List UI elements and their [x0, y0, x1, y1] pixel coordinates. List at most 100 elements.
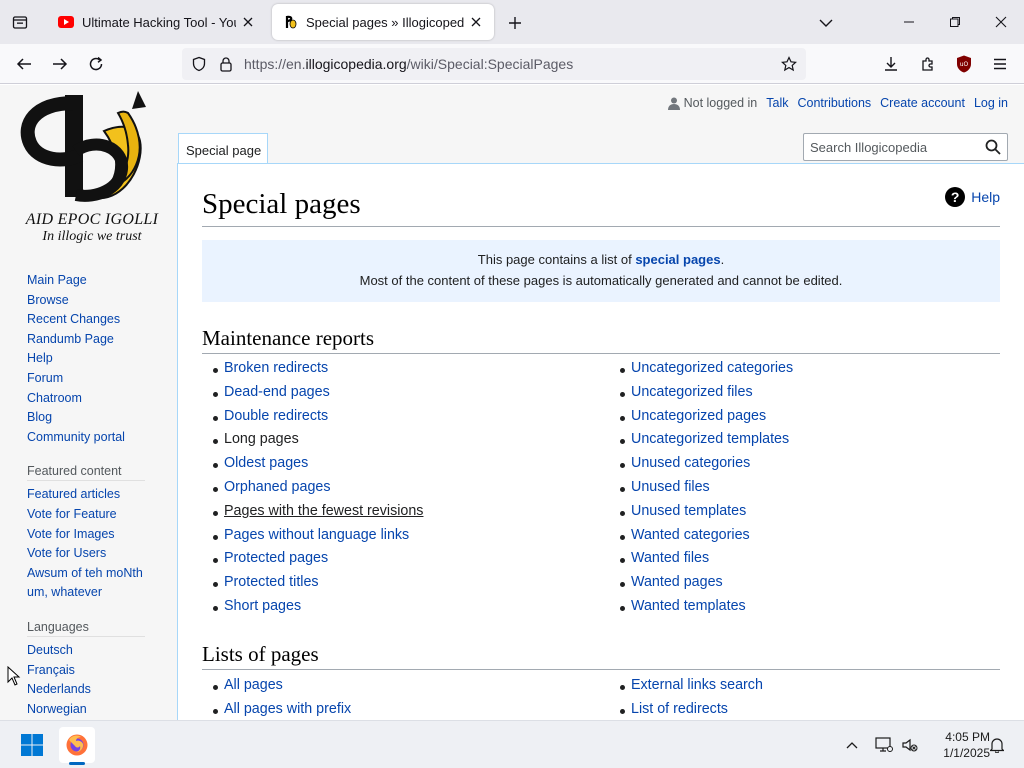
pages-without-language-links-link[interactable]: Pages without language links [224, 527, 409, 543]
sidebar-item-vote-for-users[interactable]: Vote for Users [27, 544, 167, 564]
unused-categories-link[interactable]: Unused categories [631, 455, 750, 471]
wanted-templates-link[interactable]: Wanted templates [631, 598, 746, 614]
tracking-protection-shield-icon[interactable] [190, 55, 208, 73]
back-button[interactable] [10, 50, 38, 78]
notifications-button[interactable] [985, 733, 1009, 757]
sidebar-item-vote-for-images[interactable]: Vote for Images [27, 525, 167, 545]
sidebar-item-featured-articles[interactable]: Featured articles [27, 485, 167, 505]
sidebar-item-chatroom[interactable]: Chatroom [27, 389, 167, 409]
reload-icon [89, 56, 103, 71]
start-button[interactable] [14, 727, 50, 763]
list-all-tabs-button[interactable] [814, 11, 838, 35]
bookmark-star-icon[interactable] [780, 55, 798, 73]
sidebar-item-blog[interactable]: Blog [27, 408, 167, 428]
ublock-origin-button[interactable]: uO [950, 50, 978, 78]
close-window-button[interactable] [978, 6, 1024, 38]
taskbar-firefox[interactable] [59, 727, 95, 763]
protected-titles-link[interactable]: Protected titles [224, 574, 319, 590]
sidebar-item-recent-changes[interactable]: Recent Changes [27, 310, 167, 330]
restore-button[interactable] [932, 6, 978, 38]
all-pages-link[interactable]: All pages [224, 677, 283, 693]
tab-youtube[interactable]: Ultimate Hacking Tool - YouTube [48, 4, 266, 40]
list-item: List of redirects [620, 698, 763, 720]
minimize-button[interactable] [886, 6, 932, 38]
list-item: Short pages [213, 595, 423, 619]
short-pages-link[interactable]: Short pages [224, 598, 301, 614]
site-logo[interactable]: AID EPOC IGOLLI In illogic we trust [18, 91, 160, 244]
create-account-link[interactable]: Create account [880, 96, 965, 110]
lock-icon[interactable] [217, 55, 235, 73]
wanted-pages-link[interactable]: Wanted pages [631, 574, 723, 590]
uncategorized-templates-link[interactable]: Uncategorized templates [631, 431, 789, 447]
list-item: Wanted categories [620, 524, 793, 548]
wanted-categories-link[interactable]: Wanted categories [631, 527, 750, 543]
sidebar-item-language-francais[interactable]: Français [27, 661, 167, 681]
firefox-view-button[interactable] [8, 10, 32, 34]
list-item: Unused templates [620, 500, 793, 524]
log-in-link[interactable]: Log in [974, 96, 1008, 110]
lists-list-left: All pages All pages with prefix [213, 674, 351, 720]
help-link[interactable]: ? Help [945, 187, 1000, 207]
system-clock[interactable]: 4:05 PM 1/1/2025 [922, 729, 990, 761]
search-input[interactable]: Search Illogicopedia [803, 133, 1008, 161]
broken-redirects-link[interactable]: Broken redirects [224, 360, 328, 376]
list-item: Unused files [620, 476, 793, 500]
sidebar-item-language-deutsch[interactable]: Deutsch [27, 641, 167, 661]
sidebar-item-um-whatever[interactable]: um, whatever [27, 583, 167, 603]
url-bar[interactable]: https://en.illogicopedia.org/wiki/Specia… [182, 48, 806, 80]
tab-illogicopedia[interactable]: Special pages » Illogicopedia - The Nons… [272, 4, 494, 40]
downloads-button[interactable] [877, 50, 905, 78]
url-text[interactable]: https://en.illogicopedia.org/wiki/Specia… [244, 56, 573, 72]
wanted-files-link[interactable]: Wanted files [631, 550, 709, 566]
new-tab-button[interactable] [503, 11, 527, 35]
sidebar-item-help[interactable]: Help [27, 349, 167, 369]
list-of-redirects-link[interactable]: List of redirects [631, 701, 728, 717]
reload-button[interactable] [82, 50, 110, 78]
sidebar-item-language-norwegian[interactable]: Norwegian [27, 700, 167, 720]
sidebar-item-forum[interactable]: Forum [27, 369, 167, 389]
dead-end-pages-link[interactable]: Dead-end pages [224, 384, 330, 400]
sidebar-item-community-portal[interactable]: Community portal [27, 428, 167, 448]
unused-templates-link[interactable]: Unused templates [631, 503, 746, 519]
forward-button[interactable] [46, 50, 74, 78]
unused-files-link[interactable]: Unused files [631, 479, 710, 495]
special-pages-notice: This page contains a list of special pag… [202, 240, 1000, 302]
uncategorized-categories-link[interactable]: Uncategorized categories [631, 360, 793, 376]
sidebar-heading-featured: Featured content [27, 461, 145, 482]
fewest-revisions-link[interactable]: Pages with the fewest revisions [224, 503, 423, 519]
sidebar-item-language-nederlands[interactable]: Nederlands [27, 680, 167, 700]
sidebar-item-main-page[interactable]: Main Page [27, 271, 167, 291]
long-pages-link[interactable]: Long pages [224, 431, 299, 447]
tab-special-page[interactable]: Special page [178, 133, 268, 163]
wiki-page: AID EPOC IGOLLI In illogic we trust Main… [0, 85, 1024, 720]
uncategorized-files-link[interactable]: Uncategorized files [631, 384, 753, 400]
bell-icon [990, 738, 1004, 753]
search-icon[interactable] [985, 139, 1001, 155]
sidebar-item-awsum-of-teh-month[interactable]: Awsum of teh moNth [27, 564, 167, 584]
list-item: Protected pages [213, 547, 423, 571]
puzzle-icon [922, 57, 933, 71]
extensions-button[interactable] [914, 50, 942, 78]
list-item: Wanted templates [620, 595, 793, 619]
list-item: All pages with prefix [213, 698, 351, 720]
sidebar-item-random-page[interactable]: Randumb Page [27, 330, 167, 350]
external-links-search-link[interactable]: External links search [631, 677, 763, 693]
talk-link[interactable]: Talk [766, 96, 788, 110]
volume-button[interactable] [898, 733, 922, 757]
orphaned-pages-link[interactable]: Orphaned pages [224, 479, 331, 495]
close-icon[interactable] [240, 14, 256, 30]
uncategorized-pages-link[interactable]: Uncategorized pages [631, 408, 766, 424]
menu-button[interactable] [986, 50, 1014, 78]
all-pages-with-prefix-link[interactable]: All pages with prefix [224, 701, 351, 717]
special-pages-link[interactable]: special pages [635, 252, 720, 267]
double-redirects-link[interactable]: Double redirects [224, 408, 328, 424]
protected-pages-link[interactable]: Protected pages [224, 550, 328, 566]
contributions-link[interactable]: Contributions [798, 96, 872, 110]
show-hidden-icons-button[interactable] [840, 733, 864, 757]
sidebar-item-browse[interactable]: Browse [27, 291, 167, 311]
list-item: All pages [213, 674, 351, 698]
oldest-pages-link[interactable]: Oldest pages [224, 455, 308, 471]
network-button[interactable] [872, 733, 896, 757]
close-icon[interactable] [468, 14, 484, 30]
sidebar-item-vote-for-feature[interactable]: Vote for Feature [27, 505, 167, 525]
